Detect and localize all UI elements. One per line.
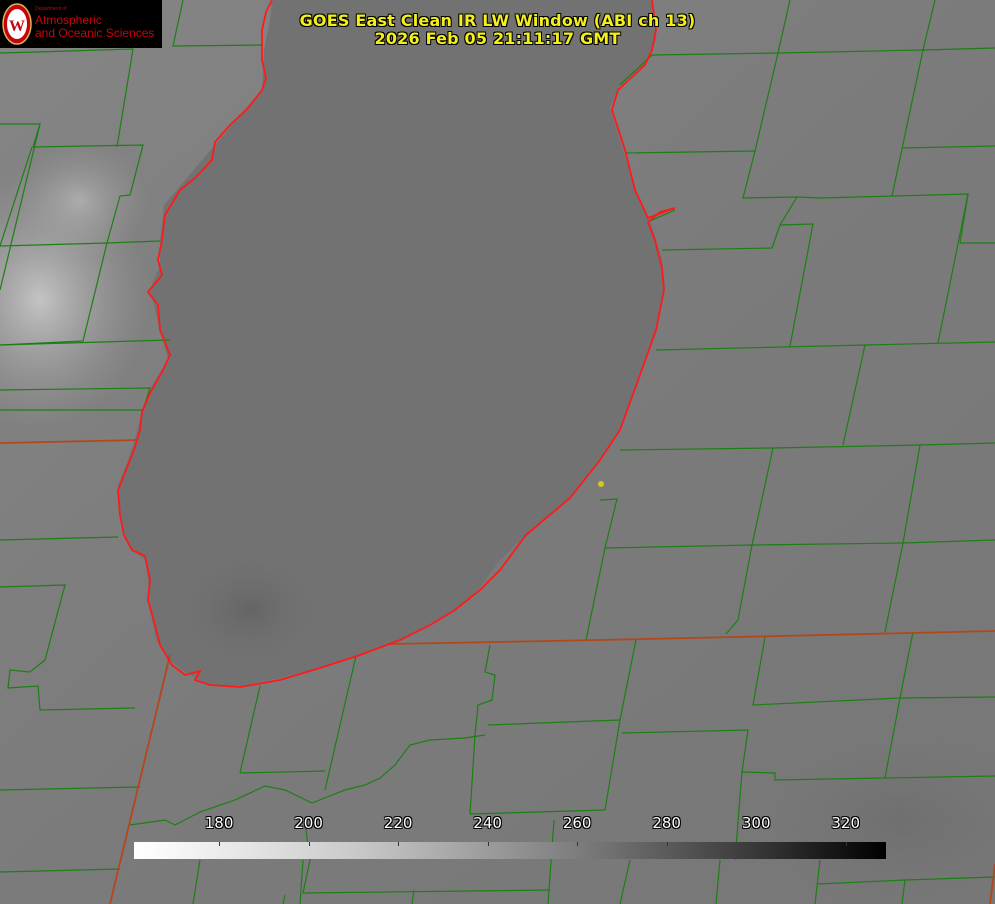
colorbar-tick-mark	[845, 842, 847, 846]
location-marker	[598, 481, 604, 487]
satellite-map-view: W Department of Atmospheric and Oceanic …	[0, 0, 995, 904]
colorbar-tick-label: 180	[204, 814, 234, 832]
colorbar-tick-label: 300	[741, 814, 771, 832]
colorbar-tick-mark	[308, 842, 310, 846]
colorbar	[134, 842, 886, 859]
colorbar-tick-mark	[756, 842, 758, 846]
lake-dark-area	[180, 555, 320, 665]
colorbar-tick-label: 260	[562, 814, 592, 832]
colorbar-tick-mark	[398, 842, 400, 846]
colorbar-tick-mark	[219, 842, 221, 846]
satellite-map	[0, 0, 995, 904]
colorbar-tick-labels: 180 200 220 240 260 280 300 320	[0, 814, 995, 834]
colorbar-tick-label: 280	[652, 814, 681, 832]
colorbar-tick-mark	[666, 842, 668, 846]
colorbar-tick-mark	[577, 842, 579, 846]
colorbar-tick-label: 220	[383, 814, 413, 832]
colorbar-tick-label: 200	[294, 814, 323, 832]
image-title: GOES East Clean IR LW Window (ABI ch 13)	[299, 11, 696, 30]
colorbar-tick-mark	[487, 842, 489, 846]
image-timestamp: 2026 Feb 05 21:11:17 GMT	[374, 29, 621, 48]
colorbar-tick-label: 320	[831, 814, 861, 832]
colorbar-tick-label: 240	[473, 814, 502, 832]
